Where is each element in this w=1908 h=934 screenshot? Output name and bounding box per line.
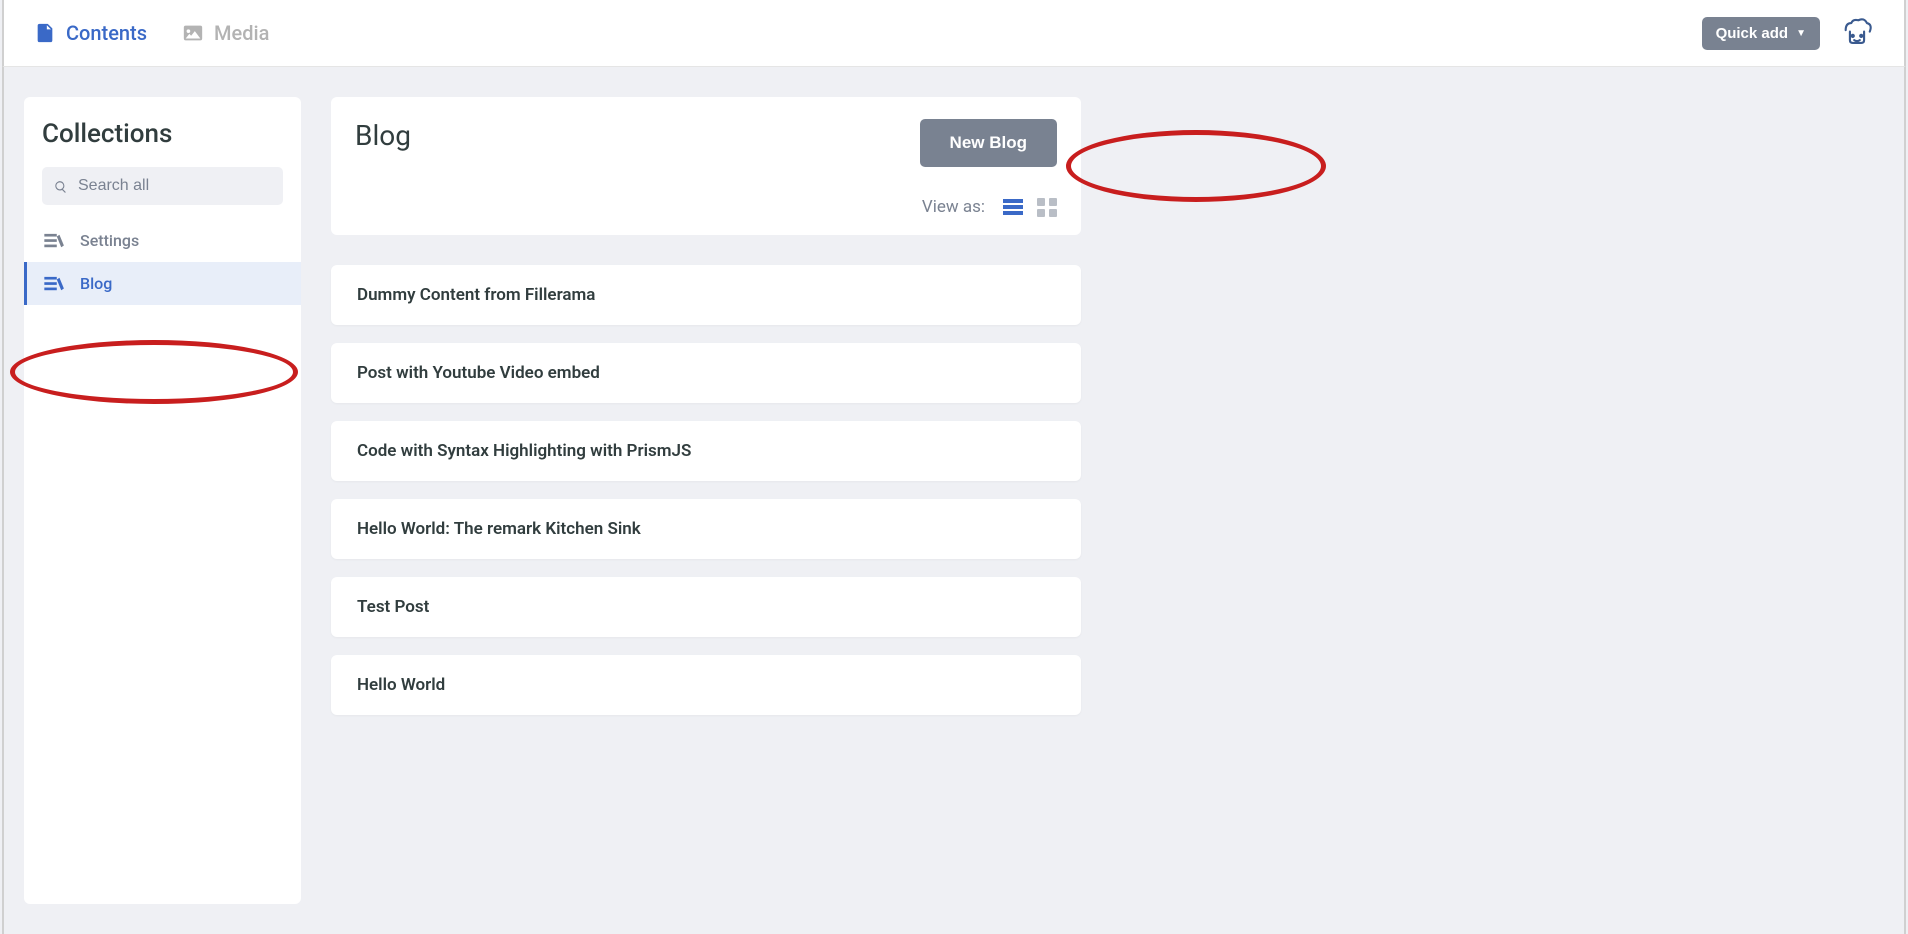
quick-add-button[interactable]: Quick add ▼ xyxy=(1702,17,1820,50)
entry-item[interactable]: Dummy Content from Fillerama xyxy=(331,265,1081,325)
search-box[interactable] xyxy=(42,167,283,205)
view-as-label: View as: xyxy=(922,197,985,217)
entry-title: Hello World: The remark Kitchen Sink xyxy=(357,519,641,539)
grid-view-icon[interactable] xyxy=(1037,197,1057,217)
header-row: Blog New Blog xyxy=(355,119,1057,167)
collection-header: Blog New Blog View as: xyxy=(331,97,1081,235)
search-icon xyxy=(54,179,68,193)
chevron-down-icon: ▼ xyxy=(1796,28,1806,39)
netlify-logo-icon[interactable] xyxy=(1840,16,1874,50)
nav-contents-label: Contents xyxy=(66,21,147,45)
entry-title: Hello World xyxy=(357,675,445,695)
view-icons xyxy=(1003,197,1057,217)
entry-item[interactable]: Hello World xyxy=(331,655,1081,715)
main-panel: Blog New Blog View as: Dummy Content fro… xyxy=(331,97,1081,904)
entry-item[interactable]: Post with Youtube Video embed xyxy=(331,343,1081,403)
collection-icon xyxy=(44,233,66,249)
entry-title: Code with Syntax Highlighting with Prism… xyxy=(357,441,691,461)
document-icon xyxy=(34,22,56,44)
collections-sidebar: Collections Settings Blog xyxy=(24,97,301,904)
nav-media-label: Media xyxy=(214,21,269,45)
entry-item[interactable]: Code with Syntax Highlighting with Prism… xyxy=(331,421,1081,481)
list-view-icon[interactable] xyxy=(1003,197,1023,217)
nav-contents[interactable]: Contents xyxy=(34,21,147,45)
new-entry-button[interactable]: New Blog xyxy=(920,119,1057,167)
image-icon xyxy=(182,22,204,44)
sidebar-item-label: Settings xyxy=(80,231,139,250)
entry-item[interactable]: Hello World: The remark Kitchen Sink xyxy=(331,499,1081,559)
top-navigation: Contents Media Quick add ▼ xyxy=(2,0,1906,67)
entry-title: Dummy Content from Fillerama xyxy=(357,285,595,305)
search-input[interactable] xyxy=(78,177,285,195)
view-controls: View as: xyxy=(355,197,1057,217)
sidebar-item-settings[interactable]: Settings xyxy=(24,219,301,262)
sidebar-title: Collections xyxy=(24,119,301,167)
nav-right: Quick add ▼ xyxy=(1702,16,1874,50)
entry-item[interactable]: Test Post xyxy=(331,577,1081,637)
page-title: Blog xyxy=(355,119,411,152)
entry-title: Test Post xyxy=(357,597,429,617)
nav-left: Contents Media xyxy=(34,21,269,45)
content-area: Collections Settings Blog Blog New Blog xyxy=(2,67,1906,934)
quick-add-label: Quick add xyxy=(1716,25,1789,42)
sidebar-item-blog[interactable]: Blog xyxy=(24,262,301,305)
sidebar-item-label: Blog xyxy=(80,274,112,293)
nav-media[interactable]: Media xyxy=(182,21,269,45)
collection-icon xyxy=(44,276,66,292)
entry-title: Post with Youtube Video embed xyxy=(357,363,600,383)
